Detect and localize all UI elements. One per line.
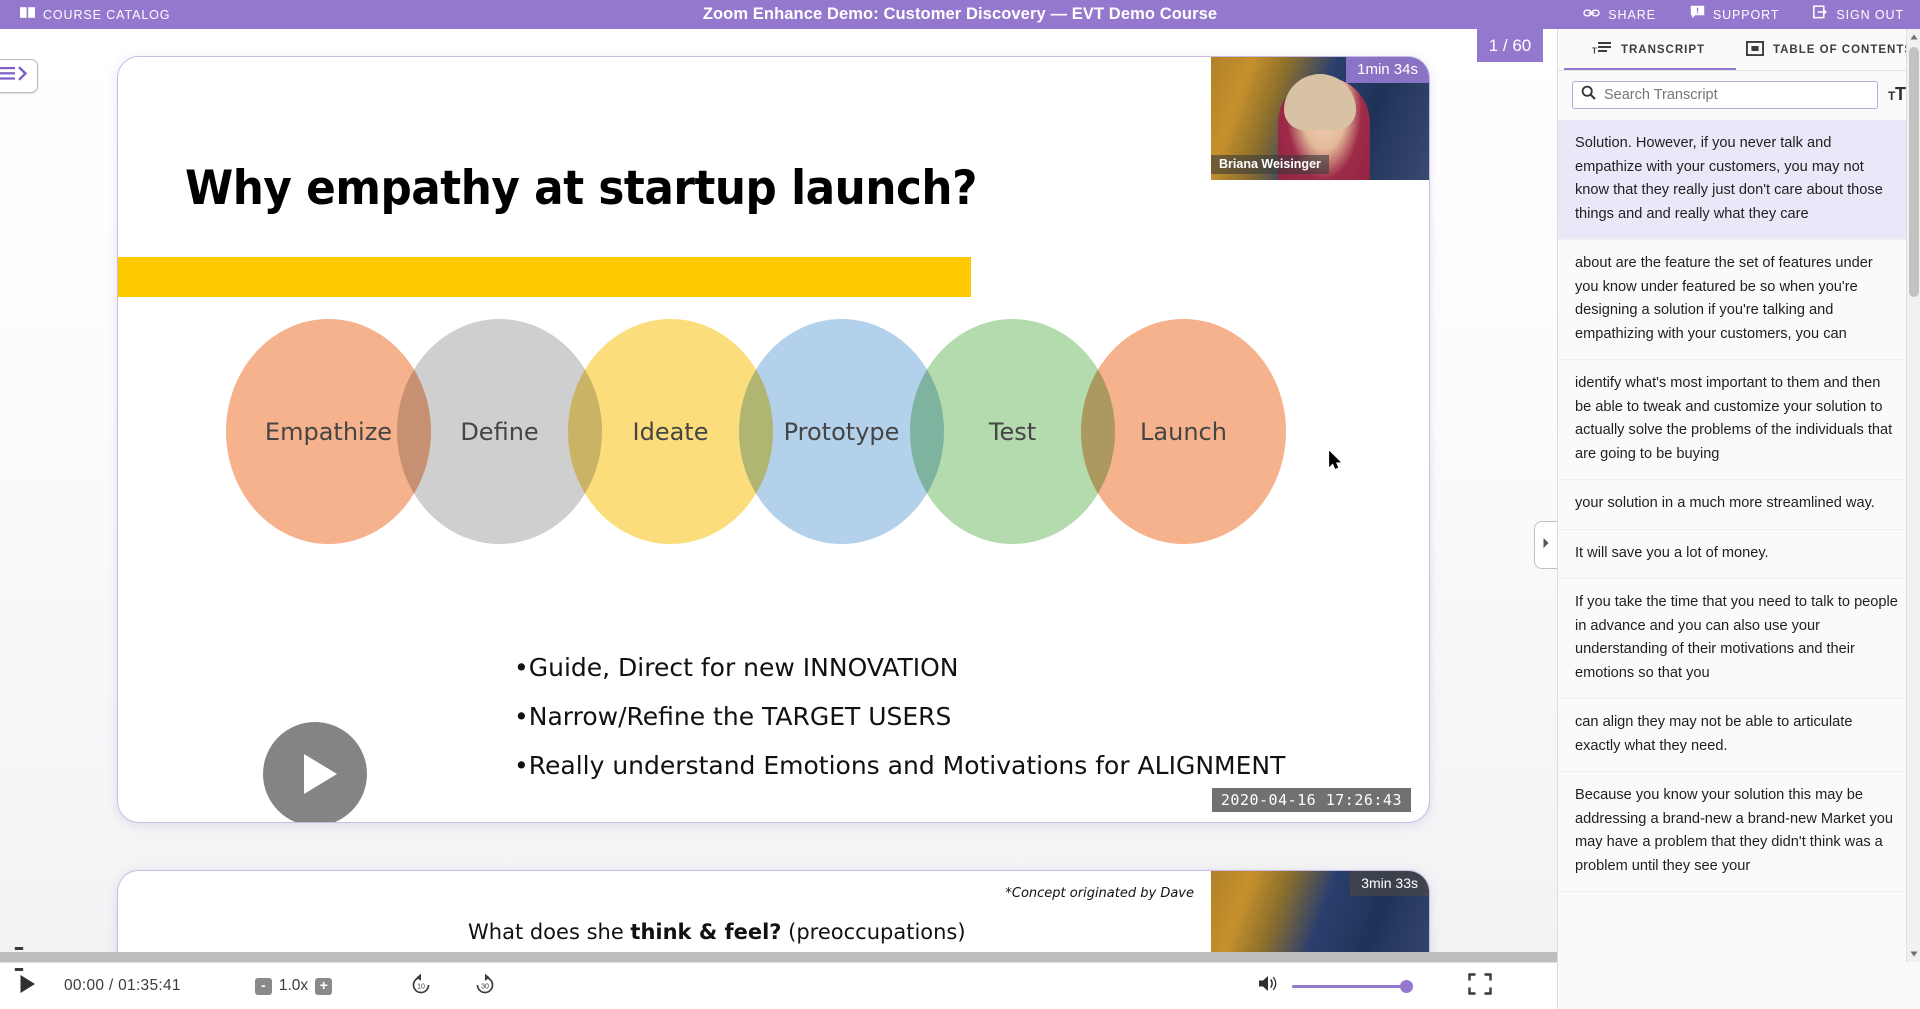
speed-increase-button[interactable]: + [315,977,333,995]
page-counter: 1 / 60 [1477,29,1543,62]
viewer-scroll-thumb[interactable] [1909,47,1919,297]
speed-value: 1.0x [278,977,309,994]
tab-transcript-label: TRANSCRIPT [1620,43,1706,56]
volume-control[interactable] [1258,974,1413,998]
search-icon [1581,85,1596,105]
sign-out-icon [1813,5,1828,24]
svg-text:T: T [1895,84,1906,103]
volume-slider-knob[interactable] [1400,979,1413,993]
search-box[interactable] [1572,81,1878,109]
slide-accent-bar [118,257,971,297]
forward-30-icon: 30 [473,972,497,1001]
top-header: COURSE CATALOG Zoom Enhance Demo: Custom… [0,0,1920,29]
link-icon [1583,6,1600,24]
scroll-down-arrow[interactable] [1907,946,1920,962]
toc-icon [1745,40,1765,59]
viewer-scrollbar[interactable] [1906,29,1920,962]
play-pause-button[interactable] [13,972,41,1000]
speed-decrease-button[interactable]: - [254,977,272,995]
fullscreen-icon [1468,972,1492,1000]
course-catalog-label: COURSE CATALOG [43,7,171,22]
transcript-segment[interactable]: Because you know your solution this may … [1558,772,1920,892]
transcript-search-row: T T [1558,71,1920,119]
tab-transcript[interactable]: T TRANSCRIPT [1558,29,1739,71]
slide-card-next[interactable]: *Concept originated by Dave What does sh… [117,870,1430,962]
presenter-name-label: Briana Weisinger [1211,155,1329,174]
volume-slider[interactable] [1292,979,1413,993]
chevron-right-icon [1542,536,1550,554]
sidebar-toggle-button[interactable] [0,59,38,93]
sign-out-button[interactable]: SIGN OUT [1813,5,1904,24]
transcript-segment[interactable]: your solution in a much more streamlined… [1558,480,1920,530]
sign-out-label: SIGN OUT [1836,7,1904,22]
presenter-video-thumbnail[interactable]: 1min 34s Briana Weisinger [1211,57,1429,180]
slide-title: Why empathy at startup launch? [185,161,977,216]
rewind-10-button[interactable]: 10 [409,972,433,1001]
fullscreen-button[interactable] [1468,972,1492,1000]
support-label: SUPPORT [1712,7,1780,22]
transcript-segment[interactable]: If you take the time that you need to ta… [1558,579,1920,699]
transcript-segment-list[interactable]: Solution. However, if you never talk and… [1558,120,1920,1009]
search-input[interactable] [1604,87,1869,103]
share-label: SHARE [1608,7,1656,22]
header-actions: SHARE SUPPORT SIGN OUT [1583,0,1904,29]
playback-speed-control: - 1.0x + [254,977,333,995]
svg-text:30: 30 [481,983,489,990]
progress-bar-track[interactable] [0,952,1557,962]
slide-play-button[interactable] [263,722,367,822]
support-chat-icon [1690,5,1705,24]
slide-timestamp: 2020-04-16 17:26:43 [1211,788,1411,812]
slide-card-current[interactable]: Why empathy at startup launch? Empathize… [117,56,1430,823]
transcript-segment[interactable]: about are the feature the set of feature… [1558,240,1920,360]
transcript-segment[interactable]: can align they may not be able to articu… [1558,699,1920,772]
transcript-icon: T [1592,40,1612,59]
transcript-segment[interactable]: Solution. However, if you never talk and… [1558,120,1920,240]
support-button[interactable]: SUPPORT [1690,5,1780,24]
mouse-cursor [1329,450,1342,475]
panel-collapse-handle[interactable] [1534,521,1557,569]
video-duration-badge-2: 3min 33s [1350,871,1429,896]
svg-text:T: T [1592,47,1598,56]
slide-bullet-1: •Guide, Direct for new INNOVATION [514,653,959,682]
share-button[interactable]: SHARE [1583,6,1656,24]
volume-icon[interactable] [1258,974,1280,998]
svg-text:10: 10 [417,983,425,990]
slide2-credit-note: *Concept originated by Dave [1005,886,1194,901]
stage-circle-launch: Launch [1081,319,1286,544]
slide-viewer-area: Why empathy at startup launch? Empathize… [0,29,1557,962]
slide2-question: What does she think & feel? (preoccupati… [468,920,966,944]
play-icon [303,754,337,794]
menu-expand-icon [0,65,31,87]
presenter-video-thumbnail-2[interactable]: 3min 33s [1211,871,1429,962]
slide-bullet-3: •Really understand Emotions and Motivati… [514,751,1286,780]
transcript-panel: T TRANSCRIPT TABLE OF CONTENTS T [1557,29,1920,1009]
course-catalog-link[interactable]: COURSE CATALOG [20,6,170,24]
rewind-10-icon: 10 [409,972,433,1001]
forward-30-button[interactable]: 30 [473,972,497,1001]
transcript-segment[interactable]: It will save you a lot of money. [1558,530,1920,579]
book-icon [20,6,36,24]
scroll-up-arrow[interactable] [1907,29,1920,45]
transcript-segment[interactable]: identify what's most important to them a… [1558,360,1920,480]
design-thinking-stages: Empathize Define Ideate Prototype Test L… [226,319,1326,554]
slide-bullets: •Guide, Direct for new INNOVATION •Narro… [514,643,1285,790]
play-icon [19,974,36,999]
tab-table-of-contents[interactable]: TABLE OF CONTENTS [1739,29,1920,71]
tab-toc-label: TABLE OF CONTENTS [1772,43,1914,56]
player-controls-bar: 00:00 / 01:35:41 - 1.0x + 10 30 [0,962,1557,1009]
slide-bullet-2: •Narrow/Refine the TARGET USERS [514,702,952,731]
time-display: 00:00 / 01:35:41 [64,977,181,994]
video-duration-badge: 1min 34s [1346,57,1429,83]
panel-tabs: T TRANSCRIPT TABLE OF CONTENTS [1558,29,1920,71]
